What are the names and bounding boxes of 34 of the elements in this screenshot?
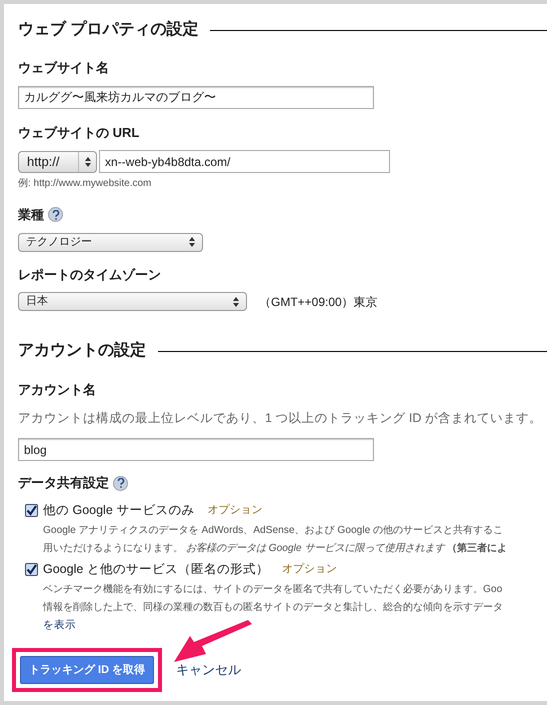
details-link[interactable]: を表示: [43, 618, 76, 634]
field-label: 業種: [18, 206, 44, 224]
description-line: 用いただけるようになります。 お客様のデータは Google サービスに限って使用されます （第三者によ: [43, 542, 508, 556]
text-field[interactable]: blog: [18, 438, 374, 462]
help-icon[interactable]: [113, 476, 128, 490]
dropdown[interactable]: テクノロジー: [18, 232, 203, 252]
checkbox[interactable]: [25, 504, 38, 517]
field-label: レポートのタイムゾーン: [18, 266, 161, 284]
field-label: データ共有設定: [18, 474, 109, 492]
help-icon[interactable]: [48, 207, 63, 222]
checkbox-label: 他の Google サービスのみ: [43, 502, 194, 519]
checkbox[interactable]: [25, 562, 38, 576]
help-text: アカウントは構成の最上位レベルであり、1 つ以上のトラッキング ID が含まれています。: [18, 410, 543, 426]
example-text: 例: http://www.mywebsite.com: [18, 177, 152, 191]
updown-icon: [189, 237, 195, 247]
section-heading: アカウントの設定: [18, 340, 146, 361]
updown-icon: [233, 296, 239, 306]
field-label: ウェブサイト名: [18, 59, 109, 77]
description-line: Google アナリティクスのデータを AdWords、AdSense、および Google の他のサービスと共有するこ: [43, 524, 504, 538]
dropdown[interactable]: 日本: [18, 292, 247, 311]
option-tag: オプション: [282, 561, 337, 578]
timezone-text: （GMT++09:00）東京: [259, 294, 378, 310]
description-line: ベンチマーク機能を有効にするには、サイトのデータを匿名で共有していただく必要があります。Goo: [43, 582, 504, 597]
protocol-dropdown[interactable]: http://: [18, 150, 97, 172]
option-tag: オプション: [207, 502, 262, 518]
text-field[interactable]: カルググ〜風来坊カルマのブログ〜: [18, 86, 374, 108]
cancel-link[interactable]: キャンセル: [176, 660, 242, 680]
get-tracking-id-button[interactable]: トラッキング ID を取得: [20, 656, 154, 684]
checkbox-label: Google と他のサービス（匿名の形式）: [43, 561, 269, 578]
field-label: アカウント名: [18, 381, 96, 399]
description-line: 情報を削除した上で、同様の業種の数百もの匿名サイトのデータと集計し、総合的な傾向を示すデータ: [43, 600, 504, 616]
field-label: ウェブサイトの URL: [18, 124, 140, 142]
section-heading: ウェブ プロパティの設定: [18, 19, 198, 40]
url-field[interactable]: xn--web-yb4b8dta.com/: [99, 150, 390, 173]
